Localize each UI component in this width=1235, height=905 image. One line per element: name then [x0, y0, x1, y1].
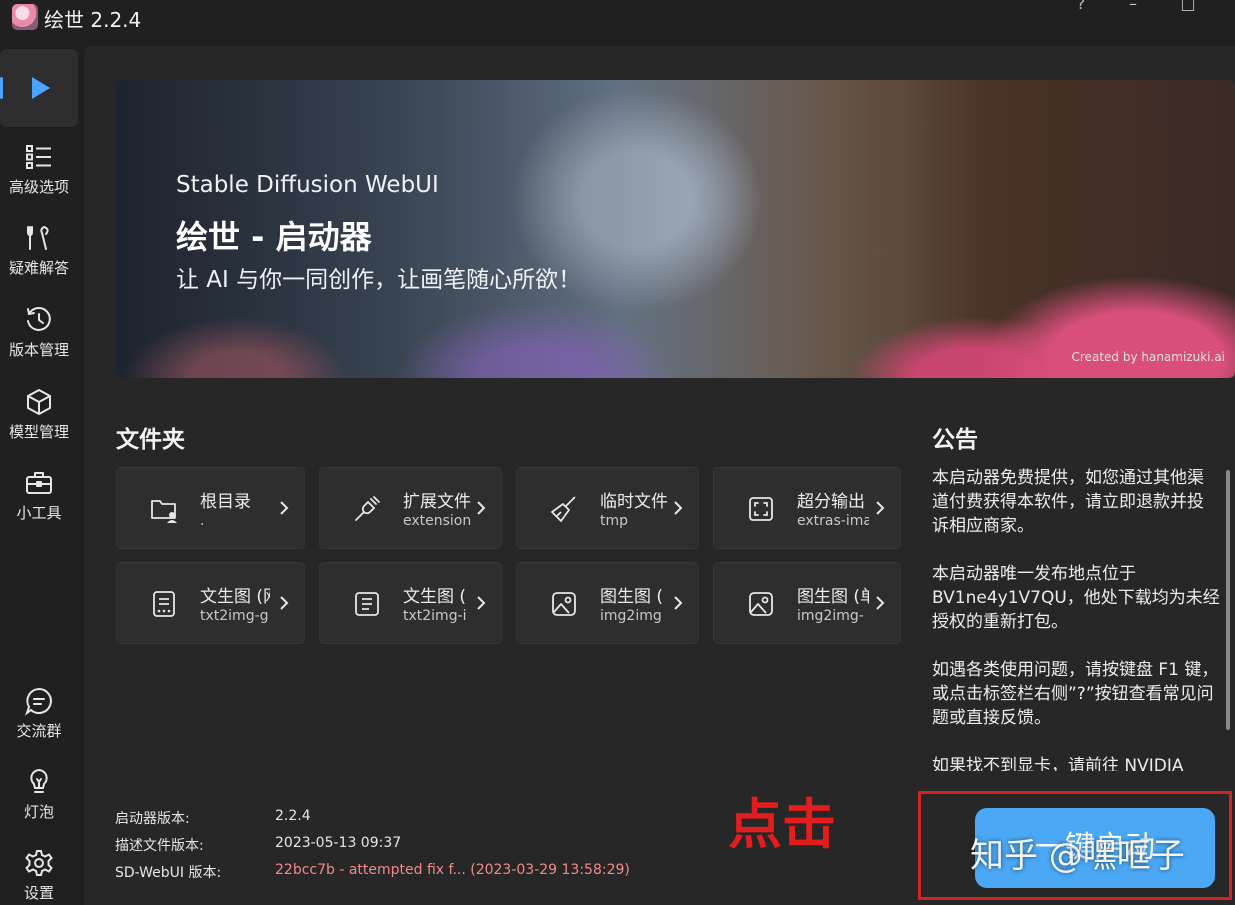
folder-name: 扩展文件 — [403, 492, 471, 512]
descriptor-version-label: 描述文件版本: — [115, 838, 204, 854]
folder-name: 图生图 (单 — [797, 587, 869, 607]
folder-user-icon — [151, 500, 177, 523]
banner-credit: Created by hanamizuki.ai — [1071, 350, 1225, 364]
folder-name: 临时文件 — [600, 492, 668, 512]
folder-name: 文生图 (网 — [200, 587, 270, 607]
upscale-icon — [749, 497, 773, 521]
grid-doc-icon — [153, 591, 175, 617]
sidebar-item-models[interactable]: 模型管理 — [0, 387, 78, 442]
sidebar-item-label: 设置 — [23, 884, 54, 902]
chevron-right-icon — [280, 501, 289, 515]
cube-icon — [27, 389, 51, 415]
launcher-version-value: 2.2.4 — [275, 808, 311, 824]
wrench-icon — [27, 226, 49, 250]
folder-path: txt2img-i — [403, 608, 467, 624]
folder-card-tmp[interactable]: 临时文件 tmp — [516, 467, 699, 549]
sidebar-item-tools[interactable]: 小工具 — [0, 468, 78, 523]
history-icon — [27, 307, 51, 331]
active-indicator — [0, 77, 3, 99]
folder-card-img2img-grids[interactable]: 图生图 ( img2img — [516, 562, 699, 644]
folder-name: 根目录 — [200, 492, 251, 512]
descriptor-version-value: 2023-05-13 09:37 — [275, 835, 402, 851]
sidebar-item-bulb[interactable]: 灯泡 — [0, 767, 78, 822]
chevron-right-icon — [280, 596, 289, 610]
watermark: 知乎 @嘿哐子 — [970, 836, 1185, 876]
notice-body[interactable]: 本启动器免费提供，如您通过其他渠道付费获得本软件，请立即退款并投诉相应商家。 本… — [932, 466, 1220, 771]
folder-path: . — [200, 513, 205, 529]
sidebar-item-versions[interactable]: 版本管理 — [0, 305, 78, 360]
folder-path: img2img- — [797, 608, 864, 624]
folder-path: extras-ima — [797, 513, 869, 529]
folder-path: img2img — [600, 608, 662, 624]
image-icon — [552, 592, 576, 616]
folder-name: 超分输出 — [797, 492, 865, 512]
folder-card-root[interactable]: 根目录 . — [116, 467, 305, 549]
sidebar-item-label: 版本管理 — [8, 341, 69, 359]
chevron-right-icon — [477, 596, 486, 610]
sidebar: 高级选项 疑难解答 版本管理 模型管理 小工具 交流群 灯泡 设置 — [0, 40, 84, 905]
toolbox-icon — [26, 472, 52, 494]
folder-path: extension — [403, 513, 471, 529]
folder-card-txt2img-images[interactable]: 文生图 ( txt2img-i — [319, 562, 502, 644]
chevron-right-icon — [876, 596, 885, 610]
folder-path: txt2img-g — [200, 608, 269, 624]
folder-card-img2img-images[interactable]: 图生图 (单 img2img- — [713, 562, 901, 644]
sidebar-item-community[interactable]: 交流群 — [0, 686, 78, 741]
plug-icon — [355, 496, 380, 521]
sidebar-item-launch[interactable] — [0, 49, 78, 127]
banner-subtitle: Stable Diffusion WebUI — [176, 172, 439, 198]
bulb-icon — [30, 768, 48, 793]
notice-paragraph: 如果找不到显卡，请前往 NVIDIA — [932, 756, 1184, 771]
folder-path: tmp — [600, 513, 629, 529]
sidebar-item-label: 模型管理 — [8, 423, 69, 441]
folder-name: 图生图 ( — [600, 587, 664, 607]
doc-icon — [355, 592, 379, 616]
play-icon — [32, 77, 50, 99]
app-logo — [12, 4, 38, 30]
notice-paragraph: 本启动器唯一发布地点位于 BV1ne4y1V7QU，他处下载均为未经授权的重新打… — [932, 564, 1220, 632]
chevron-right-icon — [477, 501, 486, 515]
folder-card-extras[interactable]: 超分输出 extras-ima — [713, 467, 901, 549]
notice-paragraph: 本启动器免费提供，如您通过其他渠道付费获得本软件，请立即退款并投诉相应商家。 — [932, 468, 1204, 536]
chevron-right-icon — [674, 501, 683, 515]
broom-icon — [551, 496, 576, 522]
help-button[interactable]: ? — [1066, 0, 1096, 14]
notice-scrollbar[interactable] — [1226, 470, 1230, 730]
sidebar-item-advanced[interactable]: 高级选项 — [0, 142, 78, 197]
chevron-right-icon — [876, 501, 885, 515]
app-title: 绘世 2.2.4 — [44, 8, 142, 32]
notice-paragraph: 如遇各类使用问题，请按键盘 F1 键，或点击标签栏右侧”?”按钮查看常见问题或直… — [932, 660, 1219, 728]
sidebar-item-troubleshoot[interactable]: 疑难解答 — [0, 223, 78, 278]
sidebar-item-label: 小工具 — [16, 504, 62, 522]
webui-version-value[interactable]: 22bcc7b - attempted fix f... (2023-03-29… — [275, 862, 630, 878]
sidebar-item-label: 交流群 — [16, 722, 62, 740]
notice-title: 公告 — [932, 427, 978, 453]
chat-icon — [25, 687, 52, 716]
banner-tagline: 让 AI 与你一同创作，让画笔随心所欲！ — [176, 267, 582, 293]
folder-name: 文生图 ( — [403, 587, 467, 607]
minimize-button[interactable]: – — [1118, 0, 1148, 14]
list-icon — [26, 145, 51, 169]
folders-title: 文件夹 — [116, 427, 185, 453]
title-bar: 绘世 2.2.4 ? – □ — [0, 0, 1235, 40]
webui-version-label: SD-WebUI 版本: — [115, 865, 222, 881]
folder-card-txt2img-grids[interactable]: 文生图 (网 txt2img-g — [116, 562, 305, 644]
sidebar-item-label: 高级选项 — [8, 178, 69, 196]
maximize-button[interactable]: □ — [1173, 0, 1203, 14]
hero-banner: Stable Diffusion WebUI 绘世 - 启动器 让 AI 与你一… — [116, 80, 1235, 378]
image-icon — [749, 592, 773, 616]
sidebar-item-label: 灯泡 — [23, 803, 54, 821]
click-annotation: 点击 — [728, 793, 836, 856]
banner-title: 绘世 - 启动器 — [176, 218, 372, 256]
sidebar-item-settings[interactable]: 设置 — [0, 848, 78, 903]
folder-card-extensions[interactable]: 扩展文件 extension — [319, 467, 502, 549]
launcher-version-label: 启动器版本: — [115, 811, 190, 827]
chevron-right-icon — [674, 596, 683, 610]
gear-icon — [25, 850, 53, 876]
sidebar-item-label: 疑难解答 — [8, 259, 69, 277]
